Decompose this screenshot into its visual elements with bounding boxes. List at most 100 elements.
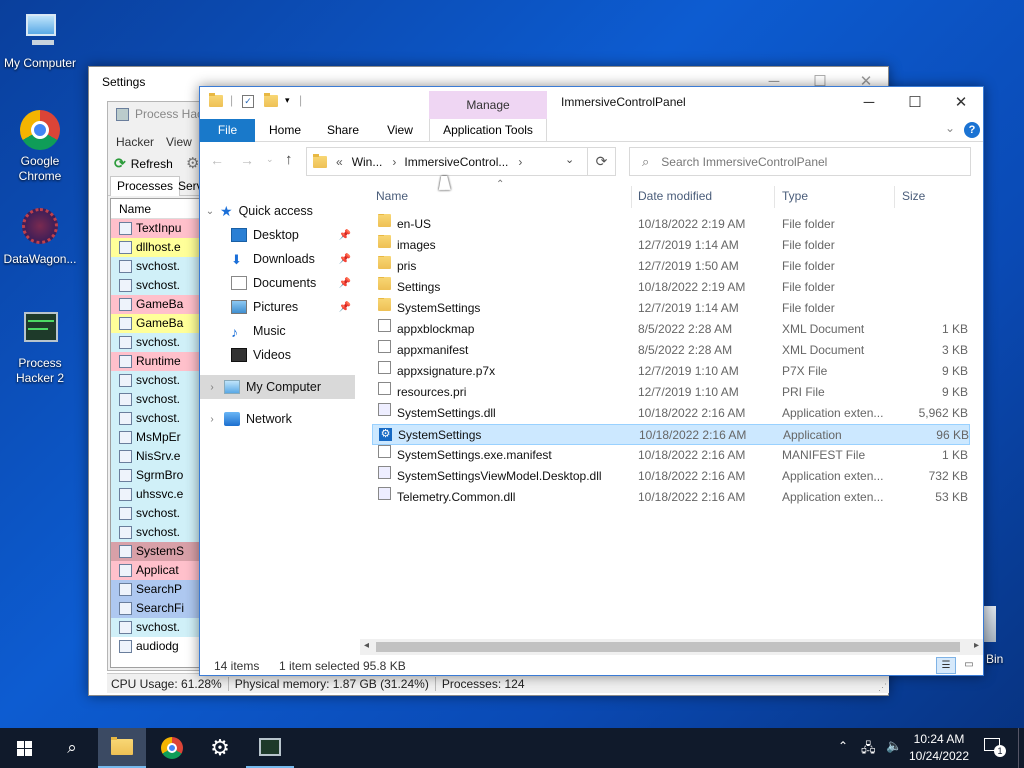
process-row[interactable]: SearchP: [111, 580, 206, 599]
desktop-icon-chrome[interactable]: Google Chrome: [0, 108, 80, 184]
desktop-icon-process-hacker[interactable]: Process Hacker 2: [0, 310, 80, 386]
process-row[interactable]: NisSrv.e: [111, 447, 206, 466]
column-name[interactable]: Name: [111, 199, 206, 219]
tab-view[interactable]: View: [375, 119, 425, 142]
file-row[interactable]: Telemetry.Common.dll 10/18/2022 2:16 AM Ap…: [372, 487, 970, 508]
file-row[interactable]: SystemSettingsViewModel.Desktop.dll 10/18…: [372, 466, 970, 487]
file-row[interactable]: appxblockmap 8/5/2022 2:28 AM XML Document…: [372, 319, 970, 340]
process-row[interactable]: dllhost.e: [111, 238, 206, 257]
action-center-button[interactable]: 1: [982, 736, 1006, 758]
tab-share[interactable]: Share: [318, 119, 368, 142]
column-header-type[interactable]: Type: [782, 182, 892, 210]
process-row[interactable]: GameBa: [111, 295, 206, 314]
process-row[interactable]: svchost.: [111, 276, 206, 295]
file-row[interactable]: SystemSettings.exe.manifest 10/18/2022 2:…: [372, 445, 970, 466]
show-desktop-button[interactable]: [1018, 728, 1024, 768]
process-row[interactable]: svchost.: [111, 257, 206, 276]
process-row[interactable]: TextInpu: [111, 219, 206, 238]
scroll-left-icon[interactable]: ◂: [364, 640, 369, 651]
file-row[interactable]: Settings 10/18/2022 2:19 AM File folder: [372, 277, 970, 298]
file-row[interactable]: images 12/7/2019 1:14 AM File folder: [372, 235, 970, 256]
process-row[interactable]: svchost.: [111, 390, 206, 409]
tab-home[interactable]: Home: [260, 119, 310, 142]
file-row[interactable]: SystemSettings 12/7/2019 1:14 AM File fold…: [372, 298, 970, 319]
network-tray-icon[interactable]: 🖧: [861, 739, 876, 761]
file-row[interactable]: SystemSettings.dll 10/18/2022 2:16 AM Appl…: [372, 403, 970, 424]
start-button[interactable]: [0, 728, 48, 768]
column-divider[interactable]: [631, 186, 632, 208]
recycle-bin-label[interactable]: Bin: [986, 652, 1003, 666]
process-row[interactable]: svchost.: [111, 523, 206, 542]
file-row[interactable]: resources.pri 12/7/2019 1:10 AM PRI File 9 …: [372, 382, 970, 403]
gear-icon[interactable]: ⚙: [186, 154, 199, 172]
nav-item-desktop[interactable]: Desktop 📌: [200, 223, 355, 247]
nav-network[interactable]: › Network: [200, 407, 355, 431]
refresh-button[interactable]: ⟳: [588, 147, 616, 176]
process-row[interactable]: MsMpEr: [111, 428, 206, 447]
recent-locations-button[interactable]: ⌄: [266, 154, 274, 165]
qat-properties-icon[interactable]: ✓: [242, 95, 254, 108]
volume-tray-icon[interactable]: 🔈: [886, 738, 902, 754]
process-row[interactable]: uhssvc.e: [111, 485, 206, 504]
nav-quick-access[interactable]: ⌄ ★ Quick access: [200, 199, 355, 223]
help-icon[interactable]: ?: [964, 122, 980, 138]
nav-item-pictures[interactable]: Pictures 📌: [200, 295, 355, 319]
scroll-thumb[interactable]: [376, 642, 960, 652]
column-divider[interactable]: [894, 186, 895, 208]
pin-icon[interactable]: 📌: [339, 278, 351, 289]
process-hacker-window[interactable]: Process Hac Hacker View ⟳ Refresh ⚙ Proc…: [107, 101, 207, 671]
column-header-size[interactable]: Size: [902, 182, 970, 210]
process-row[interactable]: SearchFi: [111, 599, 206, 618]
details-view-icon[interactable]: ☰: [936, 657, 956, 674]
taskbar-file-explorer[interactable]: [98, 728, 146, 768]
show-hidden-icons-button[interactable]: ⌃: [838, 739, 848, 753]
column-divider[interactable]: [774, 186, 775, 208]
clock[interactable]: 10:24 AM 10/24/2022: [906, 731, 972, 765]
address-dropdown-icon[interactable]: ⌄: [565, 153, 574, 166]
taskbar-settings[interactable]: ⚙: [196, 728, 244, 768]
maximize-button[interactable]: ☐: [892, 87, 938, 117]
search-box[interactable]: ⌕ Search ImmersiveControlPanel: [629, 147, 971, 176]
file-row[interactable]: en-US 10/18/2022 2:19 AM File folder: [372, 214, 970, 235]
file-row[interactable]: ⚙ SystemSettings 10/18/2022 2:16 AM Applica…: [372, 424, 970, 445]
ribbon-expand-icon[interactable]: ⌄: [945, 121, 955, 135]
desktop-icon-my-computer[interactable]: My Computer: [0, 10, 80, 71]
recycle-bin-icon[interactable]: [984, 606, 996, 642]
file-row[interactable]: appxmanifest 8/5/2022 2:28 AM XML Document…: [372, 340, 970, 361]
nav-item-videos[interactable]: Videos: [200, 343, 355, 367]
process-row[interactable]: svchost.: [111, 371, 206, 390]
breadcrumb-sep-2[interactable]: ›: [518, 155, 522, 169]
tab-file[interactable]: File: [200, 119, 255, 142]
qat-folder-icon[interactable]: [209, 93, 223, 107]
nav-my-computer[interactable]: › My Computer: [200, 375, 355, 399]
file-list[interactable]: Name ⌃ Date modified Type Size en-US 10/1…: [372, 179, 972, 634]
qat-new-folder-icon[interactable]: [264, 93, 278, 107]
process-row[interactable]: svchost.: [111, 504, 206, 523]
process-row[interactable]: svchost.: [111, 409, 206, 428]
taskbar-process-hacker[interactable]: [246, 728, 294, 768]
process-row[interactable]: SgrmBro: [111, 466, 206, 485]
close-button[interactable]: ✕: [938, 87, 984, 117]
expand-chevron-icon[interactable]: ›: [200, 382, 224, 393]
horizontal-scrollbar[interactable]: ◂ ▸: [360, 639, 983, 655]
taskbar-chrome[interactable]: [148, 728, 196, 768]
nav-item-documents[interactable]: Documents 📌: [200, 271, 355, 295]
breadcrumb-win[interactable]: Win...: [352, 155, 383, 169]
navigation-pane[interactable]: ⌄ ★ Quick access Desktop 📌 ⬇ Downloads 📌 Docu…: [200, 182, 356, 647]
tab-processes[interactable]: Processes: [110, 176, 181, 196]
expand-chevron-icon[interactable]: ›: [200, 414, 224, 425]
file-row[interactable]: appxsignature.p7x 12/7/2019 1:10 AM P7X Fi…: [372, 361, 970, 382]
nav-item-downloads[interactable]: ⬇ Downloads 📌: [200, 247, 355, 271]
large-icons-view-icon[interactable]: ▭: [960, 657, 978, 674]
pin-icon[interactable]: 📌: [339, 302, 351, 313]
minimize-button[interactable]: ─: [846, 87, 892, 117]
scroll-right-icon[interactable]: ▸: [974, 640, 979, 651]
process-row[interactable]: Runtime: [111, 352, 206, 371]
back-button[interactable]: ←: [210, 152, 224, 168]
explorer-window[interactable]: | ✓ ▾ | Manage ImmersiveControlPanel ─ ☐…: [199, 86, 984, 676]
nav-item-music[interactable]: ♪ Music: [200, 319, 355, 343]
menu-view[interactable]: View: [166, 135, 192, 149]
address-bar[interactable]: « Win... › ImmersiveControl... › ⌄: [306, 147, 588, 176]
pin-icon[interactable]: 📌: [339, 254, 351, 265]
process-row[interactable]: svchost.: [111, 618, 206, 637]
